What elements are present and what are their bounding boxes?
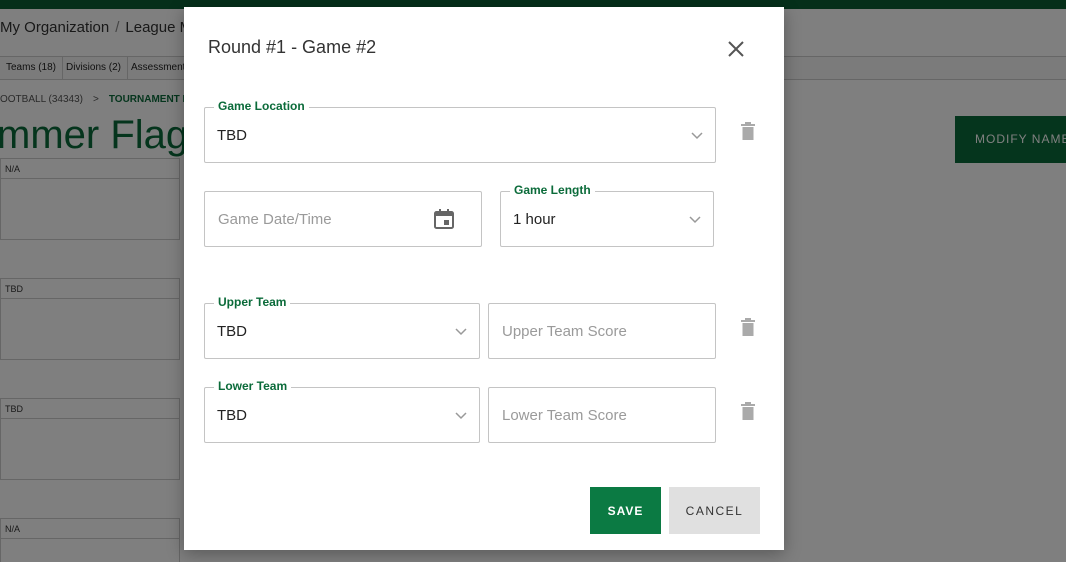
upper-team-select[interactable]: Upper Team TBD <box>204 295 480 359</box>
chevron-down-icon <box>455 412 467 420</box>
delete-upper-team-button[interactable] <box>738 317 758 337</box>
game-length-value: 1 hour <box>513 210 556 228</box>
game-length-select[interactable]: Game Length 1 hour <box>500 183 714 247</box>
cancel-button[interactable]: CANCEL <box>669 487 760 534</box>
upper-team-score-placeholder: Upper Team Score <box>502 322 627 340</box>
trash-icon <box>741 318 755 336</box>
game-location-value: TBD <box>217 126 247 144</box>
chevron-down-icon <box>691 132 703 140</box>
edit-game-dialog: Round #1 - Game #2 Game Location TBD Gam… <box>184 7 784 550</box>
chevron-down-icon <box>455 328 467 336</box>
lower-team-score-input[interactable]: Lower Team Score <box>488 387 716 443</box>
dialog-title: Round #1 - Game #2 <box>208 37 377 57</box>
delete-location-button[interactable] <box>738 121 758 141</box>
close-icon <box>728 41 744 57</box>
lower-team-score-placeholder: Lower Team Score <box>502 406 627 424</box>
save-button[interactable]: SAVE <box>590 487 661 534</box>
lower-team-select[interactable]: Lower Team TBD <box>204 379 480 443</box>
game-location-select[interactable]: Game Location TBD <box>204 99 716 163</box>
trash-icon <box>741 122 755 140</box>
delete-lower-team-button[interactable] <box>738 401 758 421</box>
game-date-time-field[interactable]: Game Date/Time <box>204 191 482 247</box>
upper-team-score-input[interactable]: Upper Team Score <box>488 303 716 359</box>
chevron-down-icon <box>689 216 701 224</box>
game-date-time-placeholder: Game Date/Time <box>218 210 332 228</box>
lower-team-value: TBD <box>217 406 247 424</box>
close-button[interactable] <box>722 35 750 63</box>
upper-team-value: TBD <box>217 322 247 340</box>
trash-icon <box>741 402 755 420</box>
calendar-icon[interactable] <box>433 208 455 230</box>
